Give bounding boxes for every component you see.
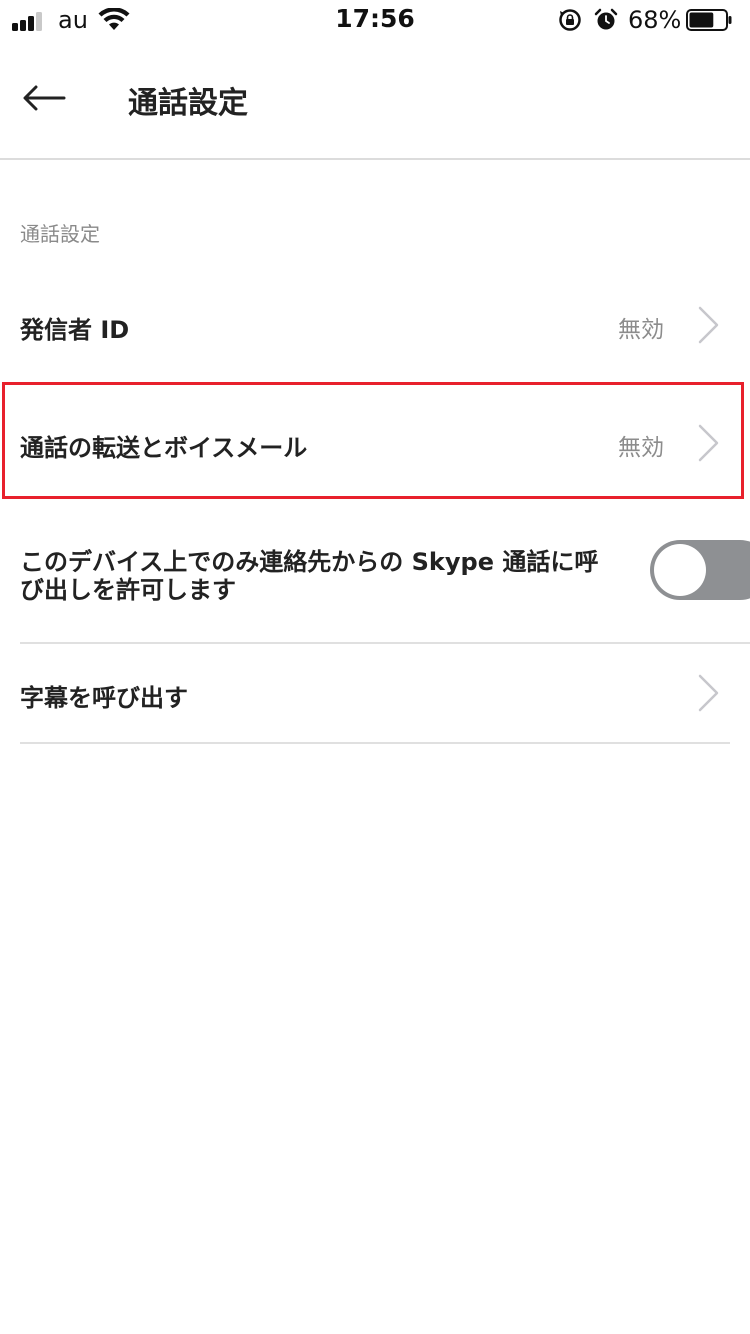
status-bar: au 17:56 68%	[0, 0, 750, 40]
chevron-right-icon	[698, 674, 719, 712]
caller-id-label: 発信者 ID	[20, 316, 130, 344]
battery-percent: 68%	[628, 6, 682, 34]
page-title: 通話設定	[128, 86, 248, 121]
toggle-knob	[654, 544, 706, 596]
nav-bar: 通話設定	[0, 40, 750, 160]
call-forwarding-voicemail-value: 無効	[618, 435, 664, 461]
alarm-icon	[594, 8, 618, 30]
call-captions-label: 字幕を呼び出す	[20, 684, 188, 712]
contacts-only-calls-row: このデバイス上でのみ連絡先からの Skype 通話に呼び出しを許可します	[20, 520, 750, 644]
caller-id-row[interactable]: 発信者 ID 無効	[0, 282, 750, 368]
contacts-only-calls-toggle[interactable]	[650, 540, 750, 600]
rotation-lock-icon	[559, 9, 581, 31]
call-forwarding-voicemail-row[interactable]: 通話の転送とボイスメール 無効	[0, 385, 750, 496]
contacts-only-calls-label: このデバイス上でのみ連絡先からの Skype 通話に呼び出しを許可します	[20, 548, 599, 604]
chevron-right-icon	[698, 306, 719, 344]
back-arrow-icon	[23, 85, 66, 111]
call-captions-row[interactable]: 字幕を呼び出す	[20, 644, 730, 744]
battery-icon	[686, 9, 732, 31]
chevron-right-icon	[698, 424, 719, 462]
call-forwarding-voicemail-label: 通話の転送とボイスメール	[20, 434, 308, 462]
caller-id-value: 無効	[618, 317, 664, 343]
section-header: 通話設定	[20, 222, 100, 246]
back-button[interactable]	[14, 70, 74, 126]
